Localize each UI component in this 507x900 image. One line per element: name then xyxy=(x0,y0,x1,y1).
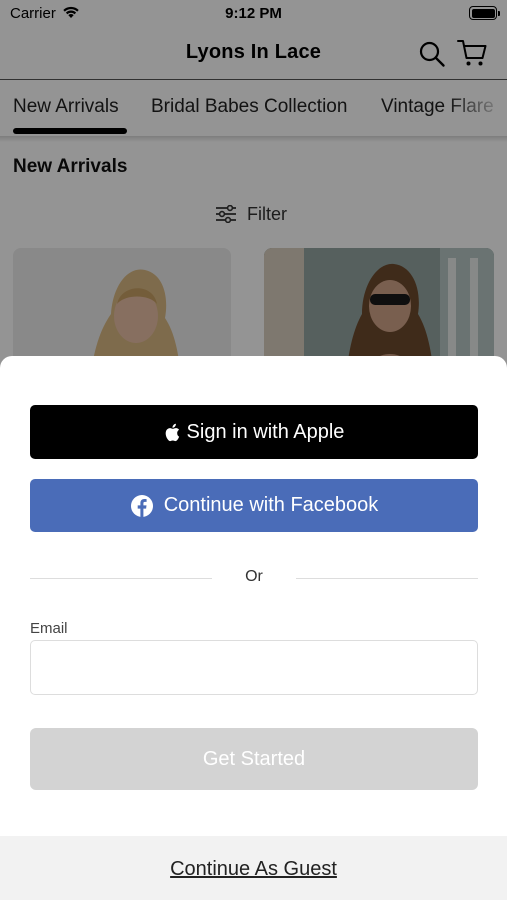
apple-button-label: Sign in with Apple xyxy=(186,420,345,443)
or-label: Or xyxy=(245,568,263,585)
divider-line-right xyxy=(296,578,478,579)
continue-as-guest-link[interactable]: Continue As Guest xyxy=(0,858,507,881)
email-input[interactable] xyxy=(30,640,478,695)
email-label: Email xyxy=(30,620,68,637)
facebook-button-label: Continue with Facebook xyxy=(163,494,379,516)
or-divider: Or xyxy=(30,567,478,589)
sign-in-with-apple-button[interactable]: Sign in with Apple xyxy=(30,405,478,459)
guest-bar: Continue As Guest xyxy=(0,836,507,900)
continue-with-facebook-button[interactable]: Continue with Facebook xyxy=(30,479,478,532)
sign-in-sheet: Sign in with Apple Continue with Faceboo… xyxy=(0,356,507,900)
apple-icon xyxy=(165,423,179,441)
get-started-label: Get Started xyxy=(202,747,306,770)
screen: Carrier 9:12 PM Lyons In Lace New Arriva… xyxy=(0,0,507,900)
facebook-icon xyxy=(130,494,153,517)
get-started-button[interactable]: Get Started xyxy=(30,728,478,790)
